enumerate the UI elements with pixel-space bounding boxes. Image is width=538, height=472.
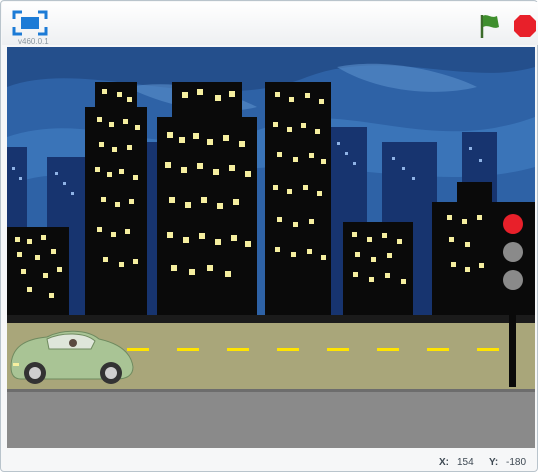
x-coordinate-value: 154 (457, 457, 474, 468)
green-flag-icon[interactable] (475, 12, 505, 40)
y-coordinate-label: Y: (489, 457, 499, 468)
stop-sign-icon[interactable] (512, 12, 538, 40)
x-coordinate-label: X: (439, 457, 449, 468)
sidewalk (7, 389, 535, 448)
curb (7, 389, 535, 392)
stage-frame: v460.0.1 X: 154 Y: -180 (0, 0, 538, 472)
y-coordinate-value: -180 (506, 457, 527, 468)
red-light (503, 214, 523, 234)
stage-canvas[interactable] (7, 47, 535, 448)
fullscreen-icon[interactable] (12, 10, 48, 36)
version-label: v460.0.1 (18, 37, 49, 46)
stage-toolbar: v460.0.1 (2, 2, 538, 46)
yellow-light (503, 242, 523, 262)
green-light (503, 270, 523, 290)
mouse-coordinates: X: 154 Y: -180 (1, 451, 538, 472)
